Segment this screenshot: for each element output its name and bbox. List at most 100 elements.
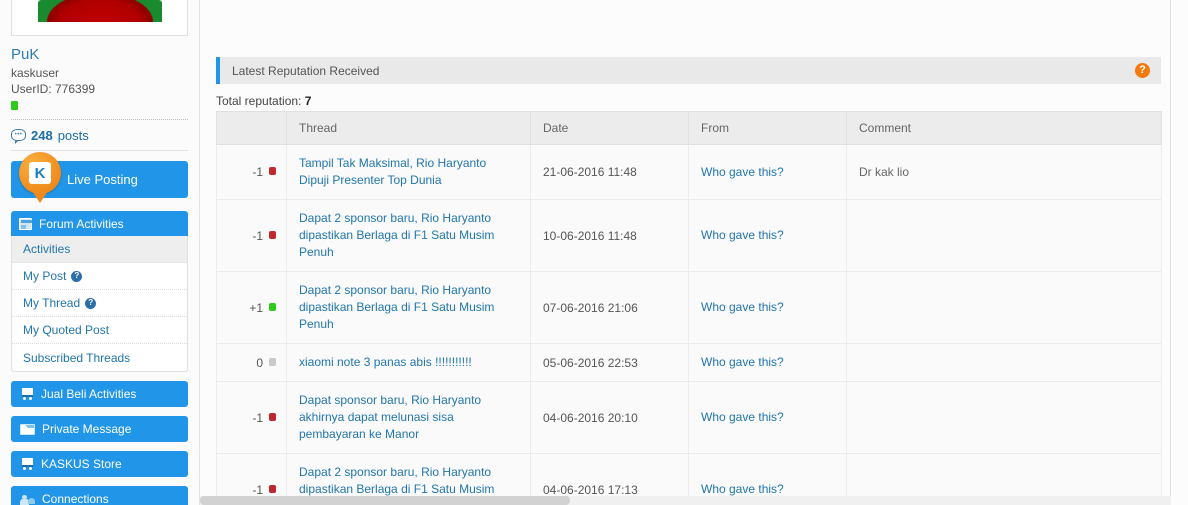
date-cell: 10-06-2016 11:48 <box>530 199 689 272</box>
thread-cell: xiaomi note 3 panas abis !!!!!!!!!!! <box>286 343 531 382</box>
page-root: PuK kaskuser UserID: 776399 ••• 248 post… <box>0 0 1188 505</box>
help-question-icon[interactable]: ? <box>85 297 97 309</box>
online-status-indicator <box>11 101 18 110</box>
sidebar-item-private-message[interactable]: Private Message <box>11 416 188 442</box>
sidebar-item-my-thread[interactable]: My Thread ? <box>12 290 187 317</box>
posts-count: 248 <box>31 127 53 143</box>
help-question-icon[interactable]: ? <box>71 270 83 282</box>
comment-bubble-icon: ••• <box>11 129 26 144</box>
from-cell: Who gave this? <box>688 343 847 382</box>
comment-cell: Dr kak lio <box>846 144 1162 200</box>
date-cell: 05-06-2016 22:53 <box>530 343 689 382</box>
envelope-icon <box>20 423 35 435</box>
table-header-row: Thread Date From Comment <box>216 111 1162 145</box>
sidebar-item-my-quoted-post[interactable]: My Quoted Post <box>12 317 187 344</box>
table-row: 0 xiaomi note 3 panas abis !!!!!!!!!!! 05-… <box>216 343 1162 382</box>
table-row: -1 Tampil Tak Maksimal, Rio Haryanto Dipu… <box>216 144 1162 200</box>
who-gave-this-link[interactable]: Who gave this? <box>701 299 784 316</box>
who-gave-this-link[interactable]: Who gave this? <box>701 354 784 371</box>
from-cell: Who gave this? <box>688 381 847 454</box>
comment-cell <box>846 343 1162 382</box>
thread-link[interactable]: Dapat 2 sponsor baru, Rio Haryanto dipas… <box>299 282 518 333</box>
table-row: +1 Dapat 2 sponsor baru, Rio Haryanto dip… <box>216 271 1162 344</box>
total-reputation-value: 7 <box>304 94 312 108</box>
live-posting-label: Live Posting <box>67 172 138 187</box>
reputation-value-cell: -1 <box>216 199 287 272</box>
who-gave-this-link[interactable]: Who gave this? <box>701 164 784 181</box>
avatar[interactable] <box>11 0 188 36</box>
sidebar-item-label: My Thread <box>23 296 81 310</box>
reputation-dot-icon <box>269 230 276 239</box>
reputation-value: +1 <box>249 300 263 315</box>
comment-cell <box>846 381 1162 454</box>
live-posting-button[interactable]: K Live Posting <box>11 152 188 198</box>
reputation-value: -1 <box>252 165 263 179</box>
scrollbar-thumb[interactable] <box>200 496 570 505</box>
comment-cell <box>846 199 1162 272</box>
thread-link[interactable]: xiaomi note 3 panas abis !!!!!!!!!!! <box>299 354 472 371</box>
total-reputation-label: Total reputation: <box>216 94 302 108</box>
thread-link[interactable]: Dapat sponsor baru, Rio Haryanto akhirny… <box>299 392 518 443</box>
thread-link[interactable]: Tampil Tak Maksimal, Rio Haryanto Dipuji… <box>299 155 518 189</box>
who-gave-this-link[interactable]: Who gave this? <box>701 409 784 426</box>
forum-icon <box>19 217 32 230</box>
forum-activities-label: Forum Activities <box>39 216 124 231</box>
from-cell: Who gave this? <box>688 271 847 344</box>
userid-label: UserID: 776399 <box>11 82 96 96</box>
reputation-dot-icon <box>269 167 276 175</box>
cart-icon <box>20 388 34 400</box>
connections-icon <box>20 493 35 505</box>
reputation-value-cell: -1 <box>216 144 287 200</box>
reputation-value-cell: 0 <box>216 343 287 382</box>
reputation-dot-icon <box>269 357 276 366</box>
reputation-value: -1 <box>252 410 263 425</box>
reputation-dot-icon <box>269 484 276 493</box>
date-cell: 21-06-2016 11:48 <box>530 144 689 200</box>
thread-cell: Dapat sponsor baru, Rio Haryanto akhirny… <box>286 381 531 454</box>
forum-activities-header[interactable]: Forum Activities <box>11 211 188 236</box>
cart-icon <box>20 458 34 470</box>
from-cell: Who gave this? <box>688 199 847 272</box>
sidebar-button-label: Jual Beli Activities <box>41 387 137 401</box>
horizontal-scrollbar[interactable] <box>200 496 1171 505</box>
table-body: -1 Tampil Tak Maksimal, Rio Haryanto Dipu… <box>216 144 1162 505</box>
sidebar: PuK kaskuser UserID: 776399 ••• 248 post… <box>0 0 200 505</box>
help-icon[interactable]: ? <box>1135 63 1150 78</box>
sidebar-item-label: My Quoted Post <box>23 323 110 337</box>
sidebar-item-label: My Post <box>23 269 67 283</box>
sidebar-button-label: Private Message <box>42 422 132 436</box>
sidebar-item-jual-beli-activities[interactable]: Jual Beli Activities <box>11 381 188 407</box>
posts-label: posts <box>57 127 89 143</box>
reputation-value: -1 <box>252 482 263 497</box>
column-header-from: From <box>688 111 847 145</box>
table-row: -1 Dapat sponsor baru, Rio Haryanto akhir… <box>216 381 1162 454</box>
username[interactable]: PuK <box>11 46 188 64</box>
panel-accent-bar <box>216 57 220 84</box>
sidebar-item-my-post[interactable]: My Post ? <box>12 263 187 290</box>
sidebar-item-activities[interactable]: Activities <box>12 236 187 263</box>
thread-cell: Dapat 2 sponsor baru, Rio Haryanto dipas… <box>286 199 531 272</box>
thread-link[interactable]: Dapat 2 sponsor baru, Rio Haryanto dipas… <box>299 210 518 261</box>
sidebar-item-subscribed-threads[interactable]: Subscribed Threads <box>12 344 187 371</box>
reputation-dot-icon <box>269 302 276 311</box>
column-header-rep <box>216 111 287 145</box>
sidebar-item-kaskus-store[interactable]: KASKUS Store <box>11 451 188 477</box>
forum-activities-list: Activities My Post ? My Thread ? My Quot… <box>11 236 188 372</box>
from-cell: Who gave this? <box>688 144 847 200</box>
posts-counter[interactable]: ••• 248 posts <box>11 120 188 151</box>
sidebar-button-label: KASKUS Store <box>41 457 122 471</box>
kaskus-pin-icon: K <box>19 152 61 194</box>
right-margin <box>1172 0 1188 505</box>
kaskus-k-icon: K <box>29 162 51 184</box>
reputation-value: 0 <box>256 355 263 370</box>
reputation-value: -1 <box>252 228 263 243</box>
who-gave-this-link[interactable]: Who gave this? <box>701 227 784 244</box>
panel-header: Latest Reputation Received ? <box>216 57 1161 84</box>
sidebar-button-label: Connections <box>42 492 109 505</box>
thread-cell: Tampil Tak Maksimal, Rio Haryanto Dipuji… <box>286 144 531 200</box>
reputation-dot-icon <box>269 412 276 421</box>
sidebar-nav: K Live Posting Forum Activities Activiti… <box>11 152 188 505</box>
sidebar-item-label: Subscribed Threads <box>23 350 131 365</box>
column-header-date: Date <box>530 111 689 145</box>
sidebar-item-connections[interactable]: Connections <box>11 486 188 505</box>
